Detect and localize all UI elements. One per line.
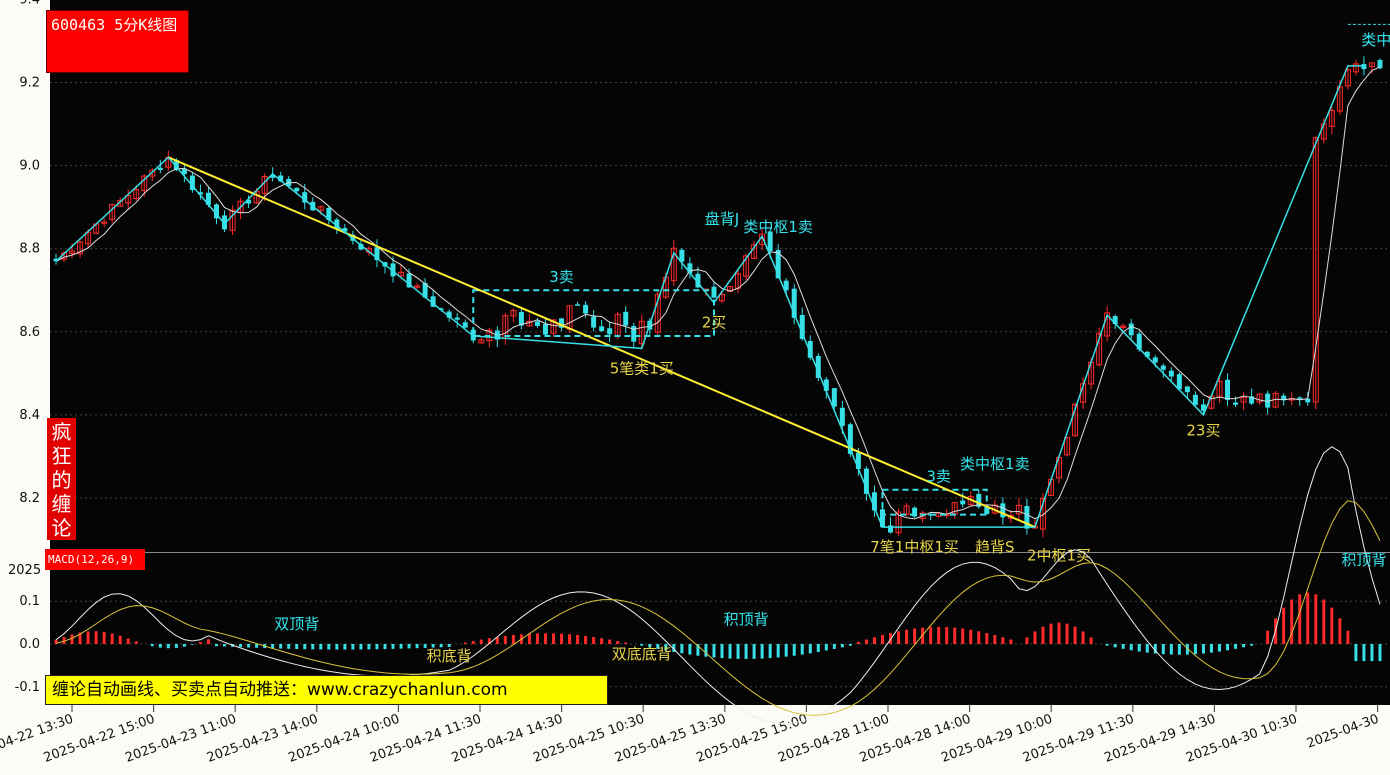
candle-body [462,322,468,328]
side-label-char: 论 [51,516,72,540]
candle-body [831,388,837,407]
candle-body [1233,402,1239,405]
y-tick-label: 0.1 [19,594,40,609]
macd-annotation: 双底底背 [612,645,672,663]
candle-body [799,315,805,339]
candle-body [1184,386,1190,393]
signal-annotation: 趋背S [975,538,1015,556]
x-tick-label: 2025-04-30 [1305,712,1381,752]
y-tick-label: 8.2 [19,491,40,506]
signal-annotation: 类中枢1卖 [960,455,1030,473]
signal-annotation: 类中枢1卖 [1361,31,1390,49]
macd-annotation: 积顶背 [1341,551,1386,569]
candle-body [534,321,540,326]
macd-annotation: 积底背 [427,647,472,665]
candle-body [575,304,581,306]
candle-body [599,326,605,332]
signal-annotation: 2买 [702,314,727,332]
side-label: 疯 狂 的 缠 论 [47,418,76,540]
signal-annotation: 2中枢1买 [1027,546,1091,564]
y-tick-label: 8.6 [19,325,40,340]
candle-body [607,328,613,335]
candle-body [1128,323,1134,336]
candle-body [583,304,589,314]
candle-body [623,311,629,326]
candle-body [1192,394,1198,405]
candle-body [454,317,460,320]
kline-chart-svg: 9.4 9.2 9.0 8.8 8.6 8.4 8.2 2025 0.1 0.0 -0.1 2025-… [0,0,1390,766]
side-label-char: 狂 [51,444,72,468]
candle-body [1225,379,1231,401]
y-tick-label: 8.8 [19,242,40,257]
macd-label: MACD(12,26,9) [45,549,145,570]
candle-body [1361,64,1367,70]
signal-annotation: 5笔类1买 [610,359,674,377]
chart-title: 600463 5分K线图 [46,10,189,73]
side-label-char: 缠 [51,492,72,516]
candle-body [1168,370,1174,377]
candle-body [1152,357,1158,363]
macd-annotation: 双顶背 [274,615,319,633]
chart-stage: 9.4 9.2 9.0 8.8 8.6 8.4 8.2 2025 0.1 0.0 -0.1 2025-… [0,0,1390,775]
candle-body [839,407,845,426]
candle-body [960,500,966,505]
y-tick-label: -0.1 [15,680,40,695]
signal-annotation: 3卖 [549,268,574,286]
signal-annotation: 类中枢1卖 [743,218,813,236]
macd-annotation: 积顶背 [724,611,769,629]
y-tick-label: 0.0 [19,637,40,652]
candle-body [591,316,597,328]
y-tick-label: 9.0 [19,159,40,174]
candle-body [1000,503,1006,518]
x-tick-partial: 2025 [8,563,41,578]
candle-body [1160,365,1166,370]
signal-annotation: 7笔1中枢1买 [870,538,959,556]
candle-body [542,324,548,335]
y-tick-label: 9.2 [19,76,40,91]
signal-annotation: 盘背J [705,210,739,228]
y-tick-label: 8.4 [19,408,40,423]
candle-body [1297,397,1303,399]
candle-body [294,187,300,192]
side-label-char: 疯 [51,420,72,444]
candle-body [157,167,163,170]
y-tick-label: 9.4 [19,0,40,7]
signal-annotation: 23买 [1186,422,1220,440]
signal-annotation: 3卖 [926,467,951,485]
side-label-char: 的 [51,468,72,492]
promo-banner[interactable]: 缠论自动画线、买卖点自动推送：www.crazychanlun.com [45,675,608,705]
